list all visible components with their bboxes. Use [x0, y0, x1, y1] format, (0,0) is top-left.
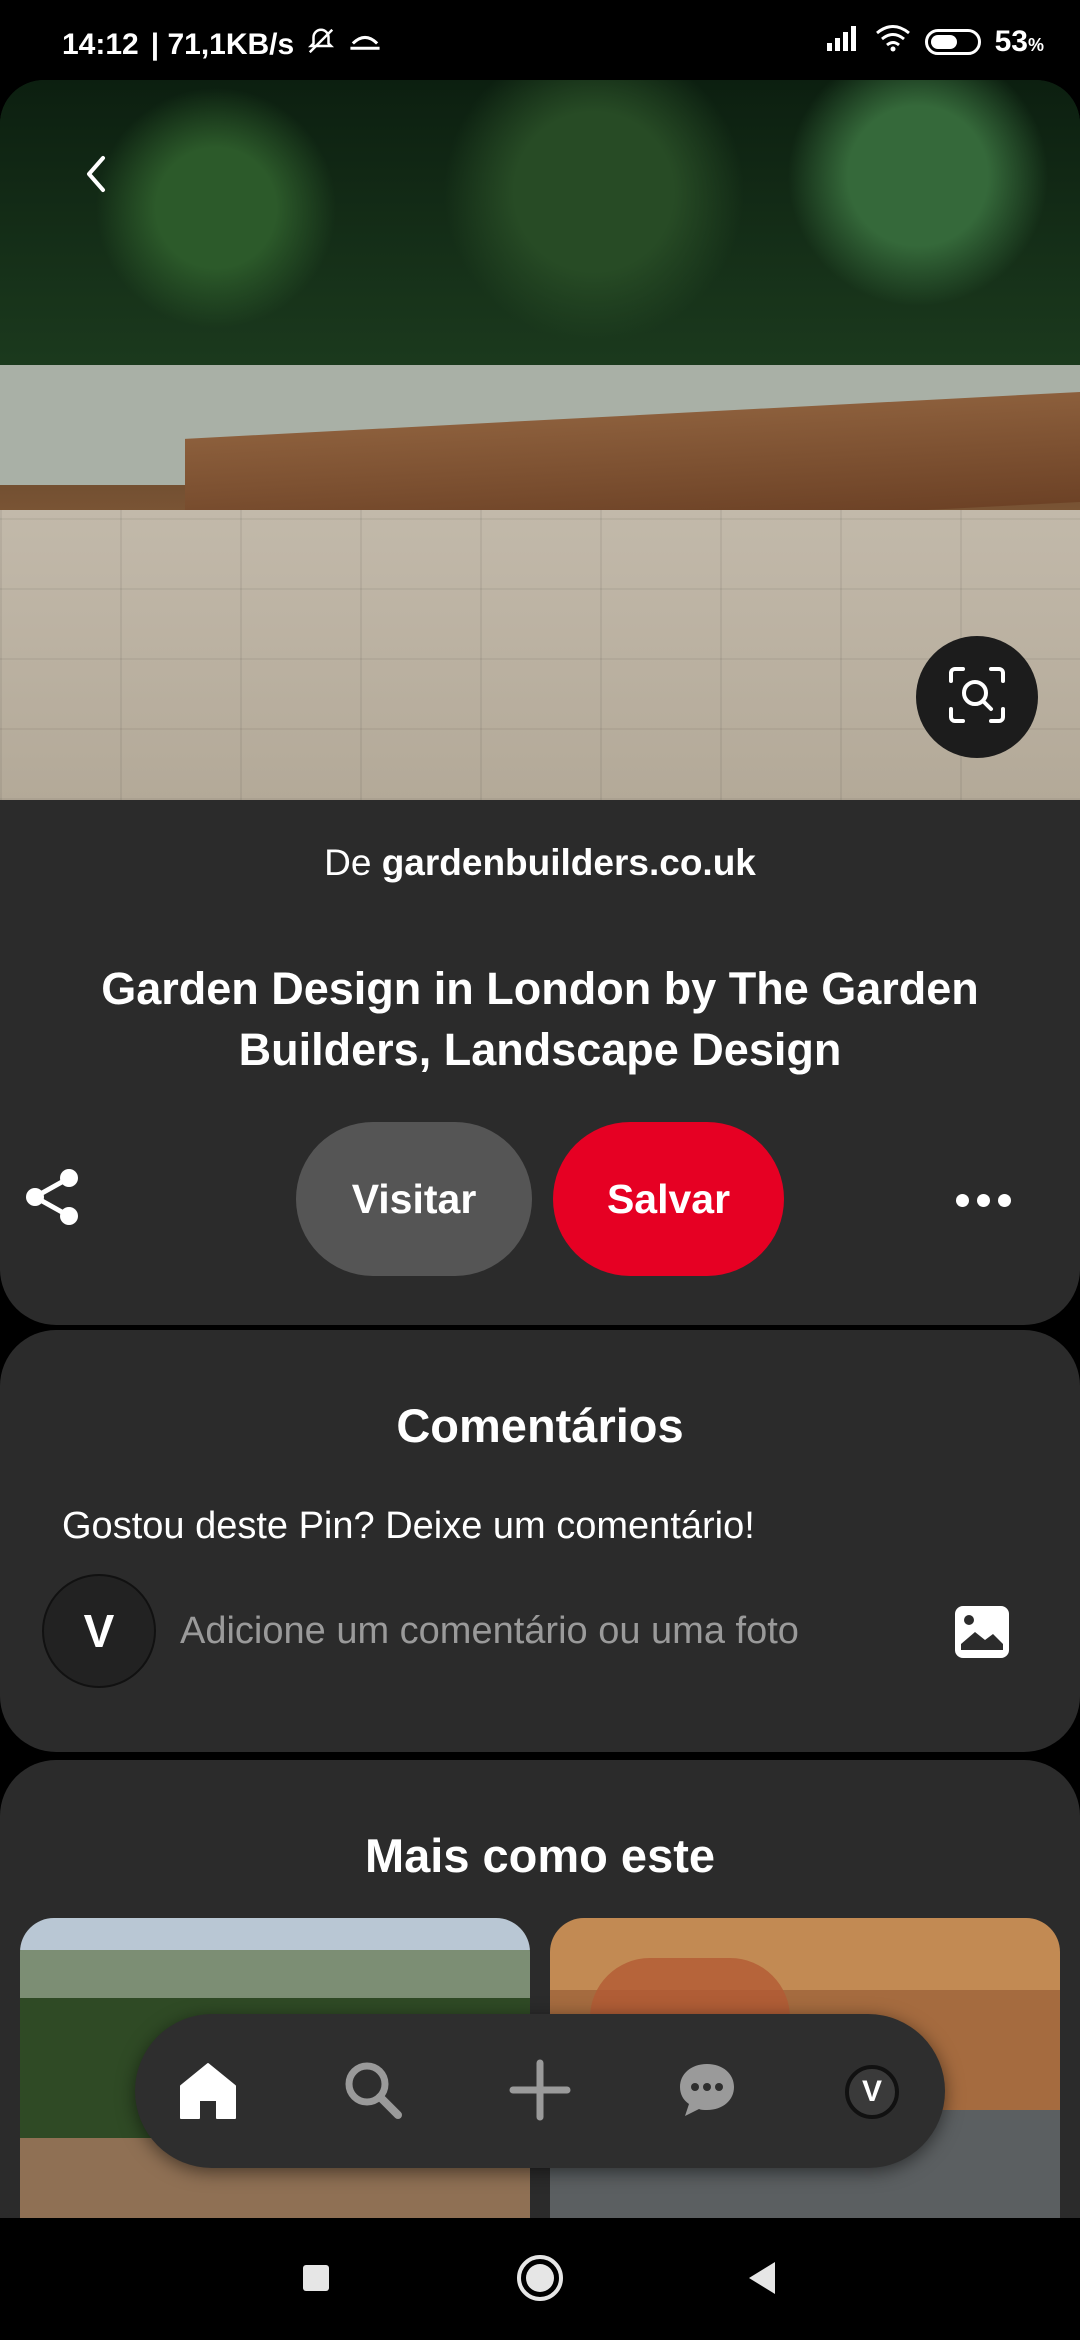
share-icon	[23, 1166, 83, 1233]
more-options-button[interactable]	[948, 1178, 1018, 1222]
system-back-button[interactable]	[734, 2252, 790, 2308]
bottom-navigation: V	[135, 2014, 945, 2168]
chevron-left-icon	[81, 154, 111, 199]
status-time: 14:12	[62, 28, 139, 61]
save-button[interactable]: Salvar	[553, 1122, 784, 1276]
search-icon	[342, 2059, 404, 2126]
comments-prompt: Gostou deste Pin? Deixe um comentário!	[62, 1505, 755, 1547]
visual-search-icon	[945, 663, 1009, 732]
home-icon	[177, 2060, 239, 2125]
nav-profile[interactable]: V	[832, 2052, 912, 2132]
back-icon	[745, 2260, 779, 2301]
nav-home[interactable]	[168, 2052, 248, 2132]
status-network-speed: | 71,1KB/s	[150, 28, 295, 61]
battery-level: 53%	[994, 25, 1044, 58]
status-right: 53%	[825, 24, 1044, 60]
home-icon	[515, 2253, 565, 2308]
plus-icon	[509, 2059, 571, 2126]
add-photo-button[interactable]	[952, 1604, 1012, 1664]
system-navigation-bar	[0, 2218, 1080, 2340]
pin-details-card: De gardenbuilders.co.uk Garden Design in…	[0, 800, 1080, 1325]
profile-avatar: V	[845, 2065, 899, 2119]
status-left: 14:12 | 71,1KB/s	[62, 26, 382, 64]
more-dot	[976, 1193, 990, 1207]
pin-image-foliage	[0, 80, 1080, 400]
visual-search-button[interactable]	[916, 636, 1038, 758]
chat-icon	[676, 2060, 738, 2125]
more-dot	[955, 1193, 969, 1207]
more-dot	[997, 1193, 1011, 1207]
status-bar: 14:12 | 71,1KB/s 53%	[0, 0, 1080, 80]
pin-title: Garden Design in London by The Garden Bu…	[101, 963, 979, 1075]
share-button[interactable]	[22, 1168, 84, 1230]
wifi-icon	[875, 24, 911, 60]
image-icon	[953, 1604, 1011, 1665]
comments-section: Comentários Gostou deste Pin? Deixe um c…	[0, 1330, 1080, 1752]
source-prefix: De	[324, 842, 372, 883]
visit-button[interactable]: Visitar	[296, 1122, 532, 1276]
pin-source[interactable]: De gardenbuilders.co.uk	[0, 842, 1080, 884]
recents-icon	[301, 2263, 331, 2298]
nav-create[interactable]	[500, 2052, 580, 2132]
notifications-off-icon	[306, 26, 336, 64]
user-avatar[interactable]: V	[42, 1574, 156, 1688]
signal-icon	[825, 25, 861, 59]
battery-icon	[924, 29, 981, 55]
source-domain[interactable]: gardenbuilders.co.uk	[382, 842, 756, 883]
recents-button[interactable]	[288, 2252, 344, 2308]
back-button[interactable]	[70, 150, 122, 202]
cast-icon	[348, 28, 382, 62]
comments-title: Comentários	[396, 1399, 684, 1452]
system-home-button[interactable]	[512, 2252, 568, 2308]
comment-input[interactable]	[180, 1598, 900, 1664]
more-like-this-title: Mais como este	[364, 1829, 716, 1882]
pin-image-paving	[0, 510, 1080, 800]
nav-messages[interactable]	[667, 2052, 747, 2132]
nav-search[interactable]	[333, 2052, 413, 2132]
